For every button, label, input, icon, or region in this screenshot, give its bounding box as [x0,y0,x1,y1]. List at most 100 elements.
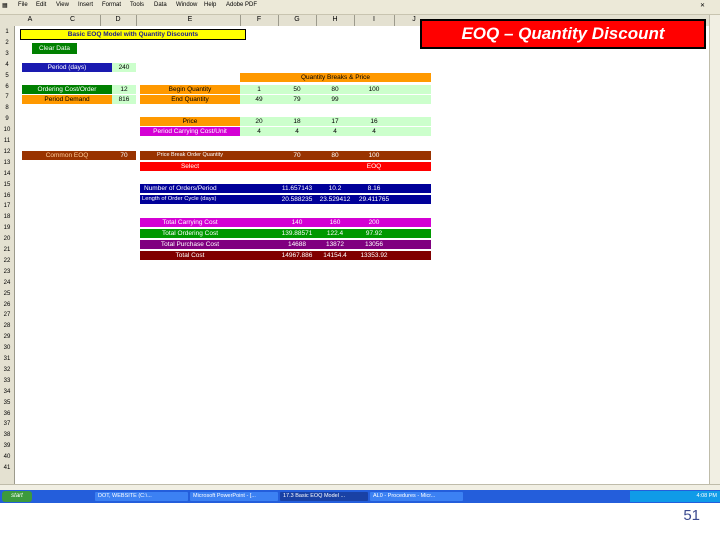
carrying-cost-cell[interactable]: 4 [278,127,316,136]
total-purchase-cost-cell[interactable]: 13872 [316,240,354,249]
row-header[interactable]: 6 [0,84,14,90]
menu-window[interactable]: Window [176,2,197,8]
end-quantity-cell[interactable] [354,95,394,104]
price-cell[interactable]: 17 [316,117,354,126]
begin-quantity-cell[interactable] [394,85,431,94]
row-header[interactable]: 26 [0,302,14,308]
row-header[interactable]: 20 [0,236,14,242]
total-cost-cell[interactable]: 14967.886 [278,251,316,260]
menu-format[interactable]: Format [102,2,121,8]
total-carrying-cost-cell[interactable]: 160 [316,218,354,227]
row-header[interactable]: 29 [0,334,14,340]
carrying-cost-cell[interactable]: 4 [240,127,278,136]
price-cell[interactable]: 20 [240,117,278,126]
total-purchase-cost-cell[interactable]: 13056 [354,240,394,249]
row-header[interactable]: 34 [0,389,14,395]
end-quantity-cell[interactable]: 99 [316,95,354,104]
ordering-cost-value[interactable]: 12 [112,85,136,94]
column-header[interactable]: E [140,16,240,23]
menu-view[interactable]: View [56,2,69,8]
total-ordering-cost-cell[interactable]: 122.4 [316,229,354,238]
price-cell[interactable]: 16 [354,117,394,126]
row-header[interactable]: 19 [0,225,14,231]
row-header[interactable]: 12 [0,149,14,155]
period-demand-value[interactable]: 816 [112,95,136,104]
row-header[interactable]: 30 [0,345,14,351]
menu-help[interactable]: Help [204,2,216,8]
row-header[interactable]: 15 [0,182,14,188]
row-header[interactable]: 9 [0,116,14,122]
row-header[interactable]: 32 [0,367,14,373]
row-header[interactable]: 4 [0,62,14,68]
total-cost-cell[interactable]: 13353.92 [354,251,394,260]
column-header[interactable]: H [316,16,354,23]
model-title-cell[interactable]: Basic EOQ Model with Quantity Discounts [20,29,246,40]
row-header[interactable]: 27 [0,312,14,318]
begin-quantity-cell[interactable]: 50 [278,85,316,94]
begin-quantity-cell[interactable]: 80 [316,85,354,94]
menu-file[interactable]: File [18,2,28,8]
price-cell[interactable]: 18 [278,117,316,126]
taskbar-item[interactable]: DOT, WEBSITE (C:\... [95,492,188,501]
price-cell[interactable] [394,117,431,126]
row-header[interactable]: 3 [0,51,14,57]
taskbar-item[interactable]: Microsoft PowerPoint - [... [190,492,278,501]
row-header[interactable]: 2 [0,40,14,46]
price-break-order-cell[interactable]: 100 [354,151,394,160]
menu-edit[interactable]: Edit [36,2,46,8]
row-header[interactable]: 7 [0,94,14,100]
row-header[interactable]: 23 [0,269,14,275]
row-header[interactable]: 25 [0,291,14,297]
price-break-order-cell[interactable]: 70 [278,151,316,160]
row-header[interactable]: 37 [0,421,14,427]
end-quantity-cell[interactable] [394,95,431,104]
carrying-cost-cell[interactable]: 4 [316,127,354,136]
column-header[interactable]: D [103,16,133,23]
row-header[interactable]: 8 [0,105,14,111]
close-icon[interactable]: ✕ [700,2,705,9]
row-header[interactable]: 1 [0,29,14,35]
row-header[interactable]: 11 [0,138,14,144]
row-header[interactable]: 17 [0,203,14,209]
menu-insert[interactable]: Insert [78,2,93,8]
row-header[interactable]: 40 [0,454,14,460]
clear-data-button[interactable]: Clear Data [32,43,77,54]
taskbar-item-active[interactable]: 17.3 Basic EOQ Model ... [280,492,368,501]
row-header[interactable]: 31 [0,356,14,362]
cycle-cell[interactable]: 20.588235 [278,195,316,204]
row-header[interactable]: 18 [0,214,14,220]
cycle-cell[interactable]: 29.411765 [354,195,394,204]
row-header[interactable]: 22 [0,258,14,264]
menu-tools[interactable]: Tools [130,2,144,8]
row-header[interactable]: 28 [0,323,14,329]
row-header[interactable]: 35 [0,400,14,406]
row-header[interactable]: 41 [0,465,14,471]
excel-app-icon[interactable]: ▦ [2,2,8,9]
column-header[interactable]: G [278,16,316,23]
row-header[interactable]: 16 [0,193,14,199]
end-quantity-cell[interactable]: 79 [278,95,316,104]
orders-cell[interactable]: 8.16 [354,184,394,193]
total-purchase-cost-cell[interactable]: 14688 [278,240,316,249]
vertical-scrollbar[interactable] [709,15,720,484]
carrying-cost-cell[interactable] [394,127,431,136]
row-header[interactable]: 5 [0,73,14,79]
column-header[interactable]: F [240,16,278,23]
start-button[interactable]: start [2,491,32,502]
row-header[interactable]: 38 [0,432,14,438]
menu-adobe-pdf[interactable]: Adobe PDF [226,2,257,8]
column-header[interactable]: C [45,16,100,23]
column-header[interactable]: I [354,16,394,23]
row-header[interactable]: 21 [0,247,14,253]
price-break-order-cell[interactable]: 80 [316,151,354,160]
row-header[interactable]: 14 [0,171,14,177]
cycle-cell[interactable]: 23.529412 [316,195,354,204]
begin-quantity-cell[interactable]: 100 [354,85,394,94]
period-value[interactable]: 240 [112,63,136,72]
total-cost-cell[interactable]: 14154.4 [316,251,354,260]
end-quantity-cell[interactable]: 49 [240,95,278,104]
row-header[interactable]: 36 [0,411,14,417]
total-ordering-cost-cell[interactable]: 97.92 [354,229,394,238]
row-header[interactable]: 33 [0,378,14,384]
menu-data[interactable]: Data [154,2,167,8]
